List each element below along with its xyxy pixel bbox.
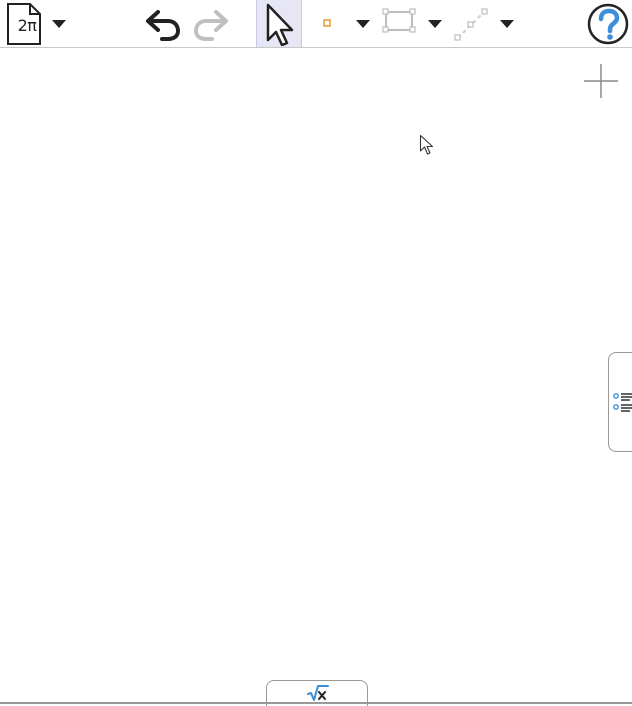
add-plus-icon[interactable] <box>582 62 620 100</box>
file-menu-button[interactable]: 2π <box>4 2 44 46</box>
help-icon <box>587 3 629 45</box>
line-tool-dropdown[interactable] <box>498 18 516 30</box>
toolbar: 2π <box>0 0 632 48</box>
chevron-down-icon <box>428 20 442 28</box>
point-tool-dropdown[interactable] <box>354 18 372 30</box>
point-tool-button[interactable] <box>322 18 334 30</box>
rectangle-icon <box>382 8 416 33</box>
rectangle-tool-button[interactable] <box>382 8 416 36</box>
rectangle-tool-dropdown[interactable] <box>426 18 444 30</box>
select-tool-button[interactable] <box>264 2 296 46</box>
help-button[interactable] <box>586 2 630 46</box>
list-icon <box>613 393 632 412</box>
line-tool-button[interactable] <box>454 8 488 42</box>
redo-button[interactable] <box>190 4 230 44</box>
undo-icon <box>146 10 181 41</box>
undo-button[interactable] <box>144 4 184 44</box>
file-label: 2π <box>17 16 37 35</box>
redo-icon <box>193 10 228 41</box>
chevron-down-icon <box>500 20 514 28</box>
side-panel-toggle[interactable] <box>608 352 632 452</box>
mouse-cursor-icon <box>419 134 434 155</box>
chevron-down-icon <box>356 20 370 28</box>
select-arrow-icon <box>266 3 294 46</box>
sqrt-x-icon <box>307 685 329 701</box>
drawing-canvas[interactable] <box>0 49 632 701</box>
point-icon <box>323 19 331 27</box>
chevron-down-icon <box>52 20 66 28</box>
line-segment-icon <box>454 8 488 41</box>
file-menu-dropdown[interactable] <box>50 18 68 30</box>
